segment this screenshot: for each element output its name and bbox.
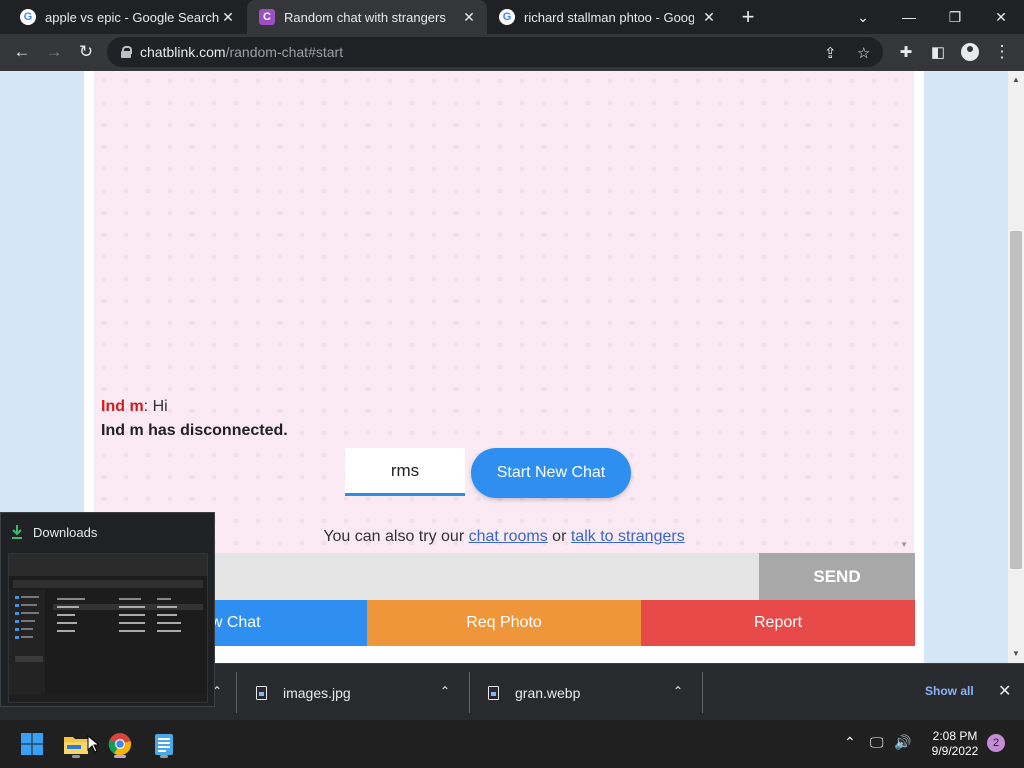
- download-icon: [12, 525, 22, 539]
- google-icon: G: [499, 9, 515, 25]
- tab-apple-vs-epic[interactable]: G apple vs epic - Google Search ✕: [0, 0, 246, 34]
- tab-title: richard stallman phtoo - Google: [524, 9, 694, 25]
- download-filename: gran.webp: [515, 684, 581, 701]
- google-icon: G: [20, 9, 36, 25]
- message-text: : Hi: [143, 398, 168, 415]
- tab-random-chat[interactable]: C Random chat with strangers ✕: [247, 0, 487, 34]
- forward-arrow-icon[interactable]: →: [40, 38, 68, 66]
- running-indicator: [114, 755, 126, 758]
- show-all-button[interactable]: Show all: [925, 684, 974, 698]
- also-try-text: You can also try our: [323, 528, 469, 545]
- page-scrollbar[interactable]: ▲ ▼: [1008, 71, 1024, 663]
- downloads-title: Downloads: [33, 525, 98, 540]
- windows-start-icon[interactable]: [16, 728, 48, 760]
- send-button[interactable]: SEND: [759, 553, 915, 600]
- shelf-divider: [236, 672, 237, 713]
- tab-stallman-photo[interactable]: G richard stallman phtoo - Google ✕: [487, 0, 727, 34]
- report-button[interactable]: Report: [641, 600, 915, 646]
- message-sender: Ind m: [101, 398, 144, 415]
- close-icon[interactable]: ✕: [220, 9, 236, 25]
- new-tab-button[interactable]: +: [726, 0, 770, 34]
- shelf-divider: [702, 672, 703, 713]
- volume-icon[interactable]: 🔊: [894, 734, 911, 751]
- notification-badge[interactable]: 2: [987, 734, 1005, 752]
- reload-icon[interactable]: ↻: [72, 38, 100, 66]
- running-indicator: [160, 755, 168, 758]
- download-item-gran[interactable]: gran.webp: [488, 664, 678, 721]
- chat-message: Ind m: Hi: [101, 398, 168, 416]
- address-bar[interactable]: chatblink.com/random-chat#start ⇪ ☆: [107, 37, 883, 67]
- windows-taskbar: ⌃ 🖵 🔊 2:08 PM 9/9/2022 2: [0, 720, 1024, 768]
- system-message: Ind m has disconnected.: [101, 422, 288, 439]
- show-hidden-icons-chevron-icon[interactable]: ⌃: [844, 734, 856, 751]
- menu-kebab-icon[interactable]: ⋮: [988, 38, 1016, 66]
- clock-time: 2:08 PM: [932, 729, 978, 743]
- window-close-icon[interactable]: ✕: [978, 0, 1024, 34]
- or-text: or: [547, 528, 571, 545]
- tab-title: Random chat with strangers: [284, 9, 446, 25]
- running-indicator: [72, 755, 80, 758]
- close-icon[interactable]: ✕: [998, 681, 1011, 701]
- browser-toolbar: ← → ↻ chatblink.com/random-chat#start ⇪ …: [0, 34, 1024, 71]
- talk-to-strangers-link[interactable]: talk to strangers: [571, 528, 685, 545]
- chevron-up-icon[interactable]: ⌃: [673, 684, 683, 698]
- network-icon[interactable]: 🖵: [870, 734, 884, 751]
- shelf-divider: [469, 672, 470, 713]
- system-clock[interactable]: 2:08 PM 9/9/2022: [920, 729, 990, 759]
- restore-icon[interactable]: ❐: [932, 0, 978, 34]
- scrollbar-thumb[interactable]: [1010, 231, 1022, 569]
- bookmark-star-icon[interactable]: ☆: [857, 44, 870, 62]
- clock-date: 9/9/2022: [931, 744, 979, 758]
- profile-avatar-icon[interactable]: [956, 38, 984, 66]
- side-panel-icon[interactable]: ◧: [924, 38, 952, 66]
- image-file-icon: [256, 685, 267, 700]
- tab-strip: G apple vs epic - Google Search ✕ C Rand…: [0, 0, 1024, 34]
- close-icon[interactable]: ✕: [701, 9, 717, 25]
- request-photo-button[interactable]: Req Photo: [367, 600, 641, 646]
- url-host: chatblink.com: [140, 44, 226, 60]
- chrome-icon[interactable]: [104, 728, 136, 760]
- mouse-cursor-icon: [86, 734, 100, 754]
- share-icon[interactable]: ⇪: [824, 44, 837, 62]
- download-filename: images.jpg: [283, 684, 351, 701]
- url-path: /random-chat#start: [225, 44, 344, 60]
- chat-rooms-link[interactable]: chat rooms: [469, 528, 548, 545]
- scroll-up-arrow-icon[interactable]: ▲: [1012, 75, 1020, 84]
- file-explorer-preview: [9, 554, 207, 702]
- start-new-chat-button[interactable]: Start New Chat: [471, 448, 631, 498]
- back-arrow-icon[interactable]: ←: [8, 38, 36, 66]
- notepad-icon[interactable]: [148, 728, 180, 760]
- downloads-hover-popup[interactable]: Downloads: [0, 512, 215, 707]
- chatblink-icon: C: [259, 9, 275, 25]
- chevron-up-icon[interactable]: ⌃: [440, 684, 450, 698]
- chat-interest-input[interactable]: rms: [345, 448, 465, 496]
- minimize-icon[interactable]: —: [886, 0, 932, 34]
- scroll-down-arrow-icon[interactable]: ▼: [1012, 649, 1020, 658]
- tab-search-chevron-icon[interactable]: ⌄: [840, 0, 886, 34]
- tab-title: apple vs epic - Google Search: [45, 9, 220, 25]
- close-icon[interactable]: ✕: [461, 9, 477, 25]
- image-file-icon: [488, 685, 499, 700]
- explorer-window-thumbnail[interactable]: [8, 553, 208, 703]
- lock-icon: [121, 46, 132, 58]
- download-item-images[interactable]: images.jpg: [256, 664, 446, 721]
- extensions-puzzle-icon[interactable]: ✚: [892, 38, 920, 66]
